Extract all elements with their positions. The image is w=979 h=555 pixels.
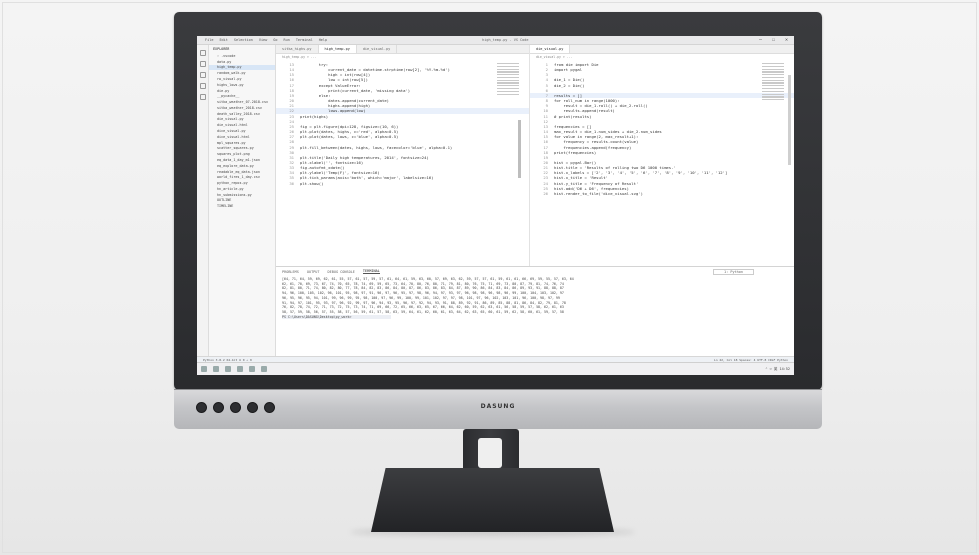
terminal-output[interactable]: [64, 71, 64, 59, 69, 62, 61, 55, 57, 61,… [276, 276, 794, 320]
monitor-buttons [196, 402, 275, 413]
code-right[interactable]: 1 from die import Die 2 import pygal 3 4 die_1… [530, 62, 794, 196]
menu-item[interactable]: View [259, 38, 267, 42]
menu-item[interactable]: Run [284, 38, 290, 42]
breadcrumb-left: high_temp.py > ... [282, 55, 317, 59]
editor-tab[interactable]: sitka_highs.py [276, 45, 319, 53]
menu-item[interactable]: Help [319, 38, 327, 42]
window-title: high_temp.py - VS Code [482, 38, 529, 42]
menu-bar: File Edit Selection View Go Run Terminal Help [197, 38, 327, 42]
terminal-prompt-row: PS C:\Users\DASUNG\Desktop\py_work> [282, 314, 788, 320]
files-icon[interactable] [199, 50, 206, 56]
editor-tabs-left: sitka_highs.py high_temp.py die_visual.py [276, 45, 529, 54]
code-text: plt.fill_between(dates, highs, lows, fac… [300, 144, 453, 150]
minimize-button[interactable]: — [759, 37, 762, 43]
run-icon[interactable] [199, 83, 206, 89]
line-number: 36 [289, 180, 294, 186]
explorer-icon[interactable] [237, 366, 243, 372]
activity-bar [197, 45, 209, 356]
title-bar: File Edit Selection View Go Run Terminal Help h… [197, 36, 794, 45]
mode-button[interactable] [213, 402, 224, 413]
maximize-button[interactable]: ☐ [772, 37, 775, 43]
editor-tabs-right: die_visual.py [530, 45, 794, 54]
refresh-button[interactable] [230, 402, 241, 413]
code-text: plt.show() [300, 180, 324, 186]
menu-item[interactable]: Selection [234, 38, 253, 42]
code-text: hist.render_to_file('dice_visual.svg') [554, 190, 644, 196]
search-icon[interactable] [199, 61, 206, 67]
task-view-icon[interactable] [225, 366, 231, 372]
status-right[interactable]: Ln 22, Col 18 Spaces: 4 UTF-8 CRLF Pytho… [714, 358, 788, 362]
code-text: print(frequencies) [554, 149, 597, 155]
cable-hole [478, 438, 502, 468]
taskbar: ⌃ ⌨ 英 14:52 [197, 362, 794, 375]
editor-tab[interactable]: die_visual.py [357, 45, 398, 53]
search-icon[interactable] [213, 366, 219, 372]
code-line: 26 hist.render_to_file('dice_visual.svg') [530, 191, 794, 196]
file-item[interactable]: TIMELINE [209, 203, 275, 209]
minimap-left[interactable] [497, 63, 519, 123]
minimap-right[interactable] [762, 63, 784, 123]
editor-tab[interactable]: high_temp.py [318, 45, 357, 53]
brand-logo: DASUNG [480, 403, 516, 410]
close-button[interactable]: ✕ [785, 37, 788, 43]
explorer-sidebar: EXPLORER › .vscode data.py high_temp.py ran… [209, 45, 276, 356]
terminal-select[interactable]: 1: Python [713, 268, 754, 275]
tab-terminal[interactable]: TERMINAL [362, 269, 380, 274]
browser-icon[interactable] [249, 366, 255, 372]
terminal-prompt[interactable]: PS C:\Users\DASUNG\Desktop\py_work> [282, 314, 392, 320]
extensions-icon[interactable] [199, 94, 206, 100]
code-text: import pygal [554, 67, 583, 73]
code-text: plt.plot(dates, lows, c='blue', alpha=0.… [300, 134, 399, 140]
monitor-screen: File Edit Selection View Go Run Terminal Help h… [197, 36, 794, 375]
monitor-base [371, 468, 614, 532]
menu-item[interactable]: Terminal [296, 38, 313, 42]
code-left[interactable]: 13 try: 14 current_date = datetime.strpti… [276, 62, 529, 186]
panel-tabs: PROBLEMS OUTPUT DEBUG CONSOLE TERMINAL 1… [276, 267, 794, 276]
brightness-up-button[interactable] [264, 402, 275, 413]
tab-output[interactable]: OUTPUT [307, 270, 320, 274]
tab-problems[interactable]: PROBLEMS [282, 270, 299, 274]
source-control-icon[interactable] [199, 72, 206, 78]
scrollbar-right[interactable] [788, 75, 791, 165]
window-controls: — ☐ ✕ [759, 37, 794, 43]
scrollbar-left[interactable] [518, 120, 521, 178]
brightness-down-button[interactable] [247, 402, 258, 413]
editor-group-right: die_visual.py die_visual.py > ... 1 from … [530, 45, 794, 266]
line-number: 26 [543, 190, 548, 196]
menu-item[interactable]: File [205, 38, 213, 42]
code-text: print(highs) [300, 113, 329, 119]
vscode-icon[interactable] [261, 366, 267, 372]
tab-debug-console[interactable]: DEBUG CONSOLE [328, 270, 355, 274]
explorer-header: EXPLORER [213, 47, 230, 51]
breadcrumb-right: die_visual.py > ... [536, 55, 573, 59]
editor-tab[interactable]: die_visual.py [530, 45, 571, 53]
workbench: EXPLORER › .vscode data.py high_temp.py ran… [197, 45, 794, 356]
editor-group-left: sitka_highs.py high_temp.py die_visual.py … [276, 45, 530, 266]
menu-item[interactable]: Edit [219, 38, 227, 42]
terminal-panel: PROBLEMS OUTPUT DEBUG CONSOLE TERMINAL 1… [276, 266, 794, 356]
tray-clock: ⌃ ⌨ 英 14:52 [765, 366, 790, 371]
code-line: 36 plt.show() [276, 181, 529, 186]
code-text: # print(results) [554, 113, 592, 119]
menu-item[interactable]: Go [273, 38, 277, 42]
start-icon[interactable] [201, 366, 207, 372]
power-button[interactable] [196, 402, 207, 413]
status-left[interactable]: Python 3.8.2 64-bit ⊗ 0 ⚠ 0 [203, 358, 252, 362]
code-text: die_2 = Die() [554, 82, 585, 88]
